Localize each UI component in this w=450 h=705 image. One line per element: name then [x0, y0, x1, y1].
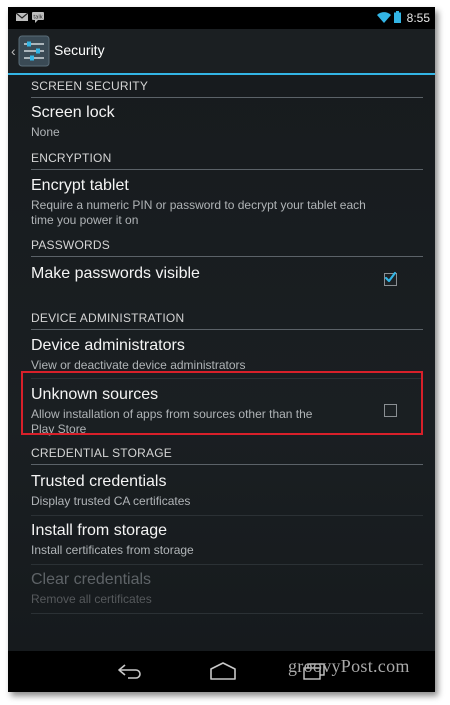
make-passwords-visible-title: Make passwords visible — [31, 265, 200, 282]
section-header-device-administration: DEVICE ADMINISTRATION — [31, 309, 423, 330]
make-passwords-visible-checkbox[interactable] — [384, 271, 397, 286]
divider — [31, 564, 423, 565]
encrypt-tablet-summary-line1: Require a numeric PIN or password to dec… — [31, 198, 366, 212]
gmail-icon — [16, 12, 28, 21]
section-header-screen-security: SCREEN SECURITY — [31, 77, 423, 98]
section-header-encryption: ENCRYPTION — [31, 149, 423, 170]
back-caret-icon[interactable]: ‹ — [11, 43, 16, 59]
action-bar: ‹ Security — [8, 29, 435, 75]
svg-text:talk: talk — [33, 15, 42, 21]
trusted-credentials-title: Trusted credentials — [31, 473, 167, 490]
checkmark-icon — [384, 271, 397, 283]
divider — [31, 515, 423, 516]
section-header-passwords: PASSWORDS — [31, 236, 423, 257]
settings-sliders-icon[interactable] — [18, 35, 50, 67]
screen-lock-summary: None — [31, 125, 60, 139]
encrypt-tablet-summary-line2: time you power it on — [31, 213, 139, 227]
install-from-storage-summary: Install certificates from storage — [31, 543, 194, 557]
watermark: groovyPost.com — [288, 656, 410, 676]
clear-credentials-title: Clear credentials — [31, 571, 152, 588]
encrypt-tablet-summary: Require a numeric PIN or password to dec… — [31, 198, 411, 228]
screen-lock-title: Screen lock — [31, 104, 115, 121]
talk-icon: talk — [32, 12, 44, 23]
encrypt-tablet-title: Encrypt tablet — [31, 177, 129, 194]
device-administrators-title: Device administrators — [31, 337, 185, 354]
divider — [31, 613, 423, 614]
install-from-storage-title: Install from storage — [31, 522, 168, 539]
page-title: Security — [54, 42, 105, 58]
wifi-icon — [377, 12, 391, 23]
section-header-credential-storage: CREDENTIAL STORAGE — [31, 444, 423, 465]
clear-credentials-summary: Remove all certificates — [31, 592, 152, 606]
settings-list: SCREEN SECURITY Screen lock None ENCRYPT… — [8, 75, 435, 651]
status-bar: talk 8:55 — [8, 7, 435, 29]
tablet-screen: talk 8:55 ‹ Security SCREEN SECURITY Scr… — [8, 7, 435, 692]
home-icon[interactable] — [208, 662, 238, 680]
unknown-sources-highlight — [21, 371, 423, 435]
trusted-credentials-summary: Display trusted CA certificates — [31, 494, 191, 508]
clock: 8:55 — [406, 11, 430, 25]
back-icon[interactable] — [116, 663, 144, 679]
battery-icon — [394, 11, 401, 23]
